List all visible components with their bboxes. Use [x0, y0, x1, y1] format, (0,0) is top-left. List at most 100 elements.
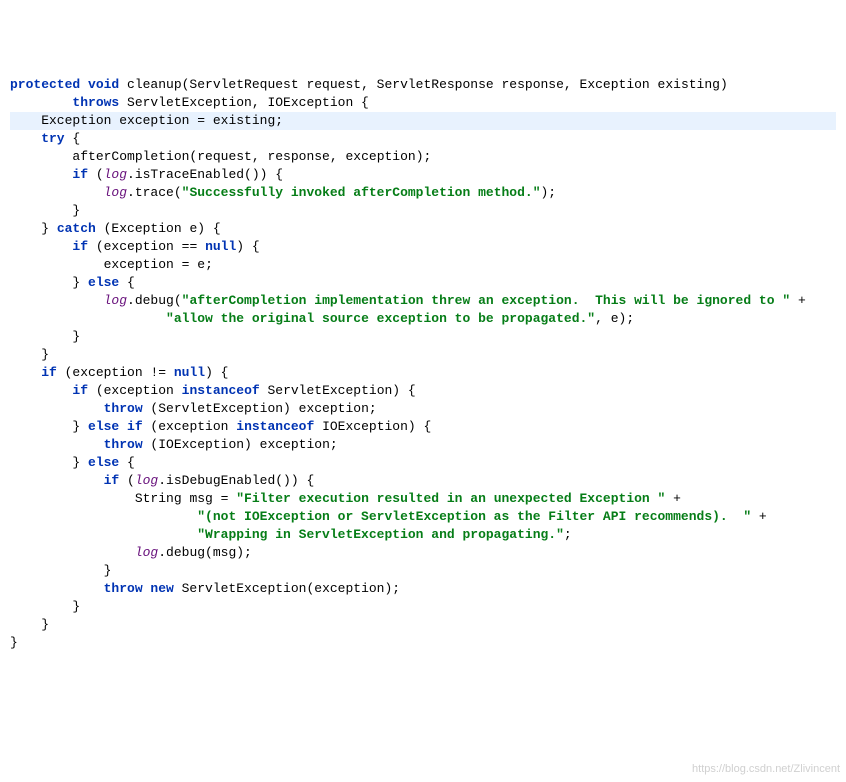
code-line: } — [10, 635, 18, 650]
code-text: + — [751, 509, 767, 524]
code-line: if (log.isDebugEnabled()) { — [10, 473, 314, 488]
code-text — [10, 257, 104, 272]
code-text: { — [119, 275, 135, 290]
code-text: ) { — [236, 239, 259, 254]
keyword: if — [10, 383, 88, 398]
code-text: .isTraceEnabled()) { — [127, 167, 283, 182]
code-text: ( — [143, 419, 159, 434]
keyword: protected void — [10, 77, 119, 92]
code-line: try { — [10, 131, 80, 146]
var: msg — [213, 545, 236, 560]
code-text: ServletException, IOException { — [119, 95, 369, 110]
code-text: = — [189, 113, 212, 128]
keyword: throws — [10, 95, 119, 110]
code-line: if (log.isTraceEnabled()) { — [10, 167, 283, 182]
code-text: ) { — [205, 365, 228, 380]
code-text — [10, 293, 104, 308]
code-text: != — [143, 365, 174, 380]
code-text: == — [174, 239, 205, 254]
code-text: ( — [57, 365, 73, 380]
code-line: } else if (exception instanceof IOExcept… — [10, 419, 431, 434]
code-line: exception = e; — [10, 257, 213, 272]
code-text — [10, 311, 166, 326]
keyword: else — [88, 455, 119, 470]
code-text: = — [174, 257, 197, 272]
var: exception — [345, 149, 415, 164]
code-line: } — [10, 347, 49, 362]
code-line: if (exception != null) { — [10, 365, 228, 380]
code-text: } — [10, 599, 80, 614]
keyword: throw — [10, 401, 143, 416]
code-text: (Exception — [96, 221, 190, 236]
field: log — [104, 185, 127, 200]
code-line: log.debug("afterCompletion implementatio… — [10, 293, 806, 308]
code-text: ( — [119, 473, 135, 488]
keyword: throw new — [10, 581, 174, 596]
string: "afterCompletion implementation threw an… — [182, 293, 791, 308]
string: "Filter execution resulted in an unexpec… — [236, 491, 665, 506]
code-text: } — [10, 275, 88, 290]
var: e — [611, 311, 619, 326]
code-text: ServletException( — [174, 581, 314, 596]
code-line: "Wrapping in ServletException and propag… — [10, 527, 572, 542]
highlighted-line: Exception exception = existing; — [10, 112, 836, 130]
code-text: } — [10, 347, 49, 362]
var: exception — [299, 401, 369, 416]
keyword: if — [10, 365, 57, 380]
string: "allow the original source exception to … — [166, 311, 595, 326]
code-text: ) — [720, 77, 728, 92]
code-text — [10, 509, 197, 524]
code-text: } — [10, 329, 80, 344]
code-text: .trace( — [127, 185, 182, 200]
code-text: ); — [619, 311, 635, 326]
keyword: else — [88, 275, 119, 290]
keyword: instanceof — [236, 419, 314, 434]
code-text — [10, 545, 135, 560]
field: log — [104, 167, 127, 182]
code-line: } — [10, 599, 80, 614]
var: exception — [72, 365, 142, 380]
code-line: protected void cleanup(ServletRequest re… — [10, 77, 728, 92]
code-text: , — [330, 149, 346, 164]
code-text: (ServletException) — [143, 401, 299, 416]
code-text: ; — [275, 113, 283, 128]
code-line: } — [10, 563, 111, 578]
code-text: (IOException) — [143, 437, 260, 452]
var: exception — [314, 581, 384, 596]
code-text: , ServletResponse — [361, 77, 501, 92]
code-line: throw new ServletException(exception); — [10, 581, 400, 596]
code-text: ); — [236, 545, 252, 560]
code-text: { — [65, 131, 81, 146]
field: log — [104, 293, 127, 308]
code-text: ; — [330, 437, 338, 452]
var: exception — [104, 239, 174, 254]
code-text: Exception — [10, 113, 119, 128]
code-line: if (exception instanceof ServletExceptio… — [10, 383, 416, 398]
code-text: = — [213, 491, 236, 506]
code-text: } — [10, 455, 88, 470]
keyword: if — [10, 167, 88, 182]
code-text: + — [665, 491, 681, 506]
keyword: throw — [10, 437, 143, 452]
code-text: , — [595, 311, 611, 326]
code-text: ( — [88, 167, 104, 182]
keyword: null — [174, 365, 205, 380]
string: "(not IOException or ServletException as… — [197, 509, 751, 524]
code-text: IOException) { — [314, 419, 431, 434]
string: "Successfully invoked afterCompletion me… — [182, 185, 541, 200]
code-text: ); — [384, 581, 400, 596]
var: existing — [213, 113, 275, 128]
keyword: if — [10, 239, 88, 254]
param: existing — [658, 77, 720, 92]
keyword: instanceof — [182, 383, 260, 398]
code-text: , Exception — [564, 77, 658, 92]
keyword: try — [10, 131, 65, 146]
code-line: } — [10, 329, 80, 344]
code-line: throws ServletException, IOException { — [10, 95, 369, 110]
code-text: ); — [416, 149, 432, 164]
code-text: ); — [541, 185, 557, 200]
code-line: } else { — [10, 275, 135, 290]
code-text: .isDebugEnabled()) { — [158, 473, 314, 488]
code-text: ( — [88, 383, 104, 398]
code-text: cleanup(ServletRequest — [119, 77, 306, 92]
